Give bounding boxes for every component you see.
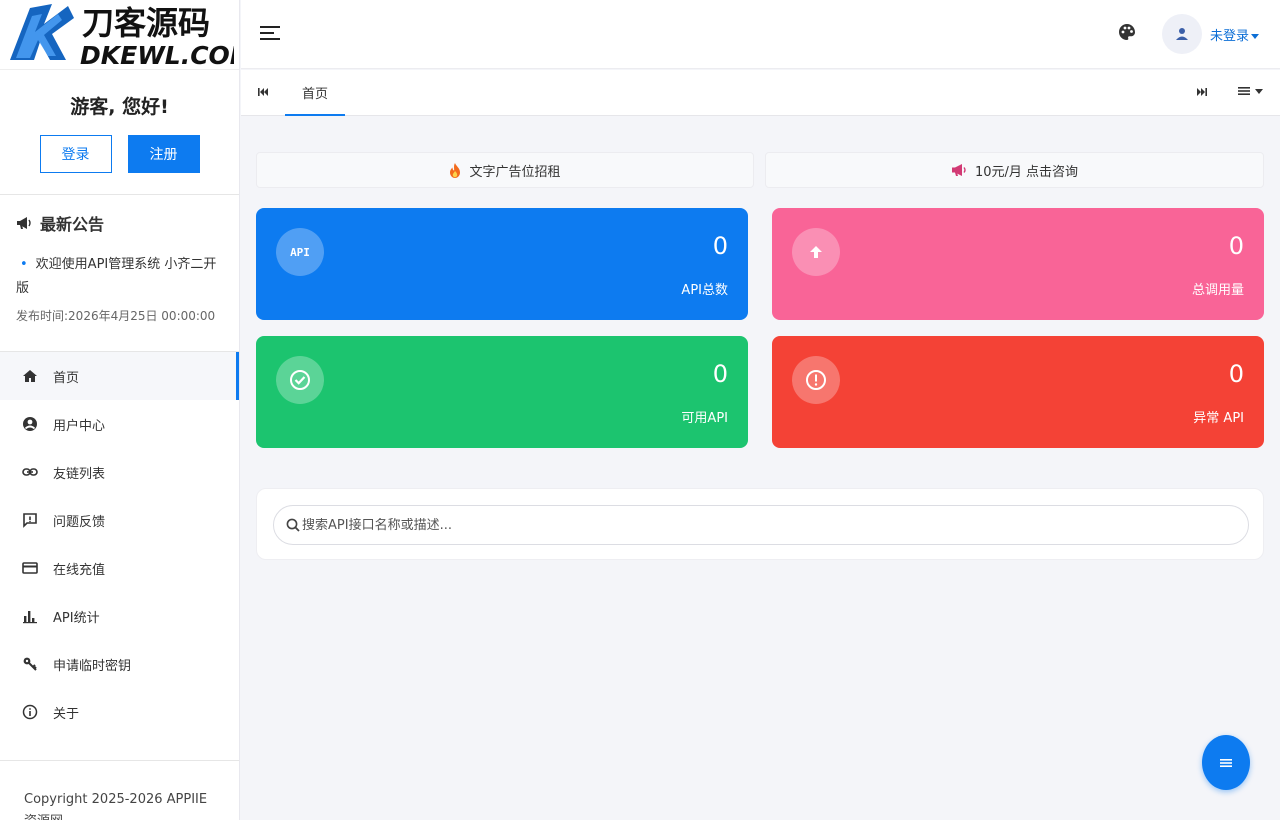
- menu-icon: [1220, 758, 1232, 767]
- bar-chart-icon: [23, 611, 37, 624]
- user-circle-icon: [23, 417, 37, 431]
- feedback-icon: [23, 513, 37, 528]
- sidebar-item-recharge[interactable]: 在线充值: [0, 544, 239, 592]
- link-icon: [22, 468, 38, 476]
- palette-icon[interactable]: [1118, 23, 1136, 41]
- sidebar-item-label: 关于: [53, 706, 80, 722]
- announcement-item[interactable]: • 欢迎使用API管理系统 小齐二开版: [16, 253, 223, 301]
- list-icon: [1238, 87, 1250, 95]
- tab-home[interactable]: 首页: [285, 70, 345, 116]
- sidebar-item-feedback[interactable]: 问题反馈: [0, 496, 239, 544]
- megaphone-icon: [17, 217, 31, 229]
- chevron-down-icon: [1255, 88, 1263, 94]
- info-icon: [22, 704, 38, 720]
- user-dropdown[interactable]: 未登录: [1210, 25, 1260, 44]
- chevron-down-icon: [1251, 34, 1260, 39]
- sidebar-item-label: 申请临时密钥: [53, 658, 132, 674]
- stat-label: 可用API: [681, 411, 728, 426]
- svg-text:DKEWL.COM: DKEWL.COM: [80, 41, 234, 68]
- alert-circle-icon: [806, 370, 826, 390]
- check-circle-icon: [290, 370, 310, 390]
- api-icon: API: [276, 228, 324, 276]
- home-icon: [23, 370, 37, 382]
- announcement-date: 发布时间:2026年4月25日 00:00:00: [16, 309, 216, 323]
- menu-toggle-icon[interactable]: [260, 25, 280, 41]
- stat-card-error-api[interactable]: 0 异常 API: [772, 336, 1264, 448]
- bullet-dot: •: [20, 257, 28, 272]
- user-icon: [1176, 28, 1188, 40]
- megaphone-icon: [951, 164, 966, 176]
- announcement-heading: 最新公告: [40, 215, 105, 234]
- announcement-panel: 最新公告 • 欢迎使用API管理系统 小齐二开版 发布时间:2026年4月25日 …: [0, 195, 239, 352]
- stat-value: 0: [712, 232, 728, 260]
- tab-bar: 首页: [241, 70, 1280, 116]
- arrow-up-icon: [810, 246, 822, 258]
- stat-card-available-api[interactable]: 0 可用API: [256, 336, 748, 448]
- sidebar-item-label: 在线充值: [53, 562, 106, 578]
- sidebar-item-label: 友链列表: [53, 466, 106, 482]
- search-panel: [256, 488, 1264, 560]
- api-icon-text: API: [290, 245, 310, 259]
- stat-label: 总调用量: [1191, 283, 1244, 298]
- sidebar-item-api-stats[interactable]: API统计: [0, 592, 239, 640]
- stat-value: 0: [712, 360, 728, 388]
- tab-options-dropdown[interactable]: [1238, 86, 1263, 96]
- stat-label: 异常 API: [1193, 411, 1244, 426]
- avatar[interactable]: [1162, 14, 1202, 54]
- ad-banner-right[interactable]: 10元/月 点击咨询: [765, 152, 1264, 188]
- logo-graphic: 刀客源码 DKEWL.COM: [10, 3, 234, 68]
- stat-value: 0: [1228, 232, 1244, 260]
- sidebar-item-temp-key[interactable]: 申请临时密钥: [0, 640, 239, 688]
- credit-card-icon: [22, 562, 38, 574]
- search-box[interactable]: [273, 505, 1249, 545]
- stat-card-total-calls[interactable]: 0 总调用量: [772, 208, 1264, 320]
- sidebar-item-friend-links[interactable]: 友链列表: [0, 448, 239, 496]
- sidebar-menu: 首页 用户中心 友链列表 问题反馈 在线充值 API统计 申请临时密钥 关于: [0, 352, 239, 736]
- sidebar-item-label: 问题反馈: [53, 514, 106, 530]
- svg-text:刀客源码: 刀客源码: [82, 4, 210, 42]
- ad-banner-left[interactable]: 文字广告位招租: [256, 152, 754, 188]
- sidebar-item-home[interactable]: 首页: [0, 352, 239, 400]
- tab-scroll-left-icon[interactable]: [257, 86, 269, 98]
- sidebar-item-user-center[interactable]: 用户中心: [0, 400, 239, 448]
- key-icon: [23, 657, 37, 671]
- fire-icon: [450, 162, 461, 178]
- login-button[interactable]: 登录: [39, 135, 112, 173]
- sidebar-item-about[interactable]: 关于: [0, 688, 239, 736]
- ad-left-text: 文字广告位招租: [469, 164, 561, 180]
- search-icon: [286, 518, 300, 532]
- stat-value: 0: [1228, 360, 1244, 388]
- floating-menu-button[interactable]: [1202, 735, 1250, 790]
- sidebar-item-label: 用户中心: [53, 418, 106, 434]
- ad-right-text: 10元/月 点击咨询: [974, 164, 1079, 180]
- top-header: 未登录: [241, 0, 1280, 69]
- site-logo[interactable]: 刀客源码 DKEWL.COM: [0, 0, 239, 70]
- sidebar-item-label: API统计: [53, 610, 100, 626]
- guest-panel: 游客, 您好! 登录 注册: [0, 70, 239, 195]
- register-button[interactable]: 注册: [127, 135, 200, 173]
- user-status-label: 未登录: [1210, 29, 1250, 44]
- tab-scroll-right-icon[interactable]: [1196, 86, 1208, 98]
- stat-card-api-total[interactable]: API 0 API总数: [256, 208, 748, 320]
- sidebar-item-label: 首页: [53, 370, 80, 386]
- search-input[interactable]: [302, 517, 1202, 533]
- announcement-text: 欢迎使用API管理系统 小齐二开版: [16, 257, 217, 296]
- guest-greeting: 游客, 您好!: [70, 96, 169, 118]
- sidebar: 刀客源码 DKEWL.COM 游客, 您好! 登录 注册 最新公告 •欢迎使用A…: [0, 0, 240, 820]
- sidebar-footer: Copyright 2025-2026 APPIIE资源网: [0, 760, 239, 820]
- stat-label: API总数: [681, 283, 728, 298]
